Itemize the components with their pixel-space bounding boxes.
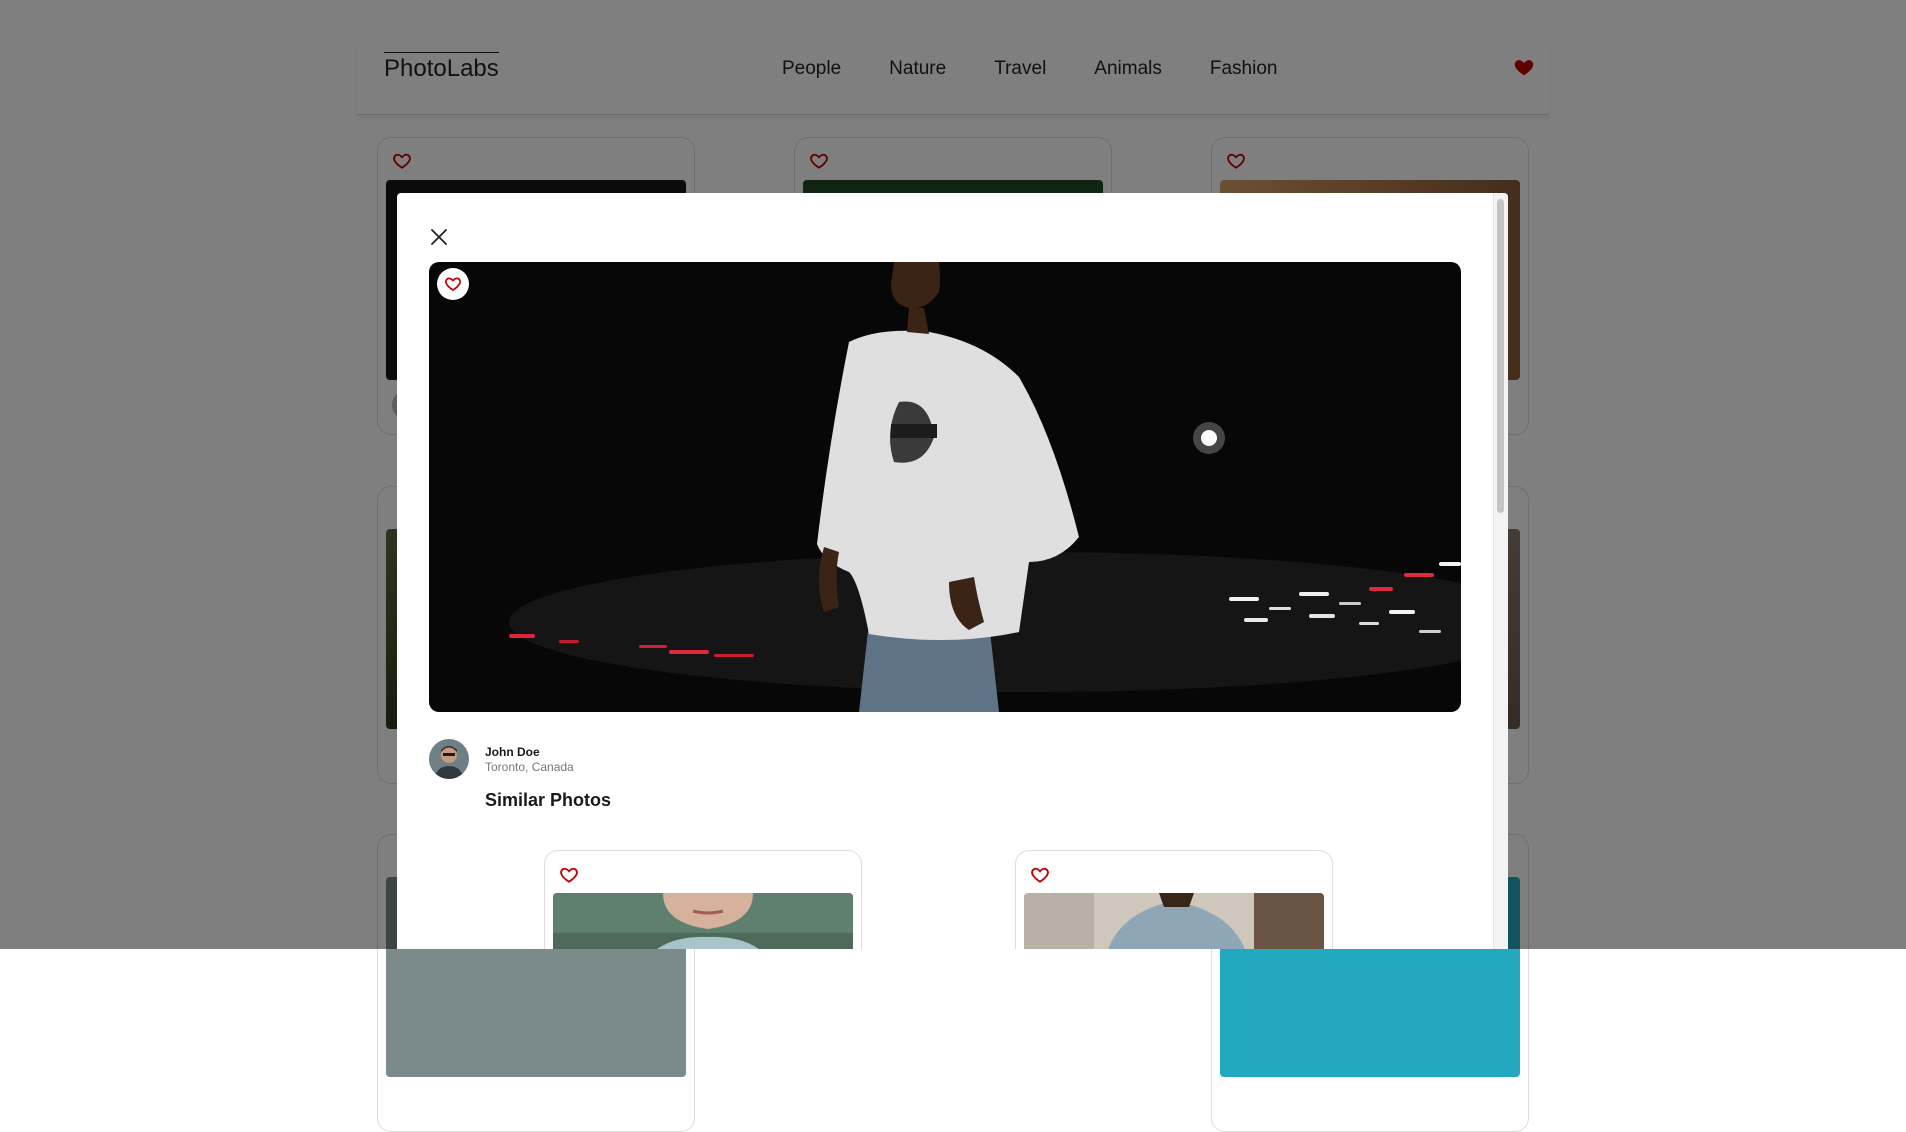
heart-outline-icon[interactable] (559, 865, 579, 885)
author-location: Toronto, Canada (485, 760, 574, 774)
selected-photo-image (429, 262, 1461, 712)
modal-scrollbar[interactable] (1493, 193, 1508, 949)
avatar (429, 739, 469, 779)
scrollbar-thumb[interactable] (1497, 199, 1504, 513)
similar-photo-card[interactable] (544, 850, 862, 949)
close-icon[interactable] (427, 225, 451, 249)
selected-photo (429, 262, 1461, 712)
similar-photo-image[interactable] (1024, 893, 1324, 949)
photo-details-modal: John Doe Toronto, Canada Similar Photos (397, 193, 1508, 949)
similar-photo-card[interactable] (1015, 850, 1333, 949)
heart-outline-icon (445, 277, 461, 291)
similar-photo-image[interactable] (553, 893, 853, 949)
author-name: John Doe (485, 745, 540, 759)
similar-photos-heading: Similar Photos (485, 790, 612, 810)
photo-favourite-button[interactable] (437, 268, 469, 300)
heart-outline-icon[interactable] (1030, 865, 1050, 885)
